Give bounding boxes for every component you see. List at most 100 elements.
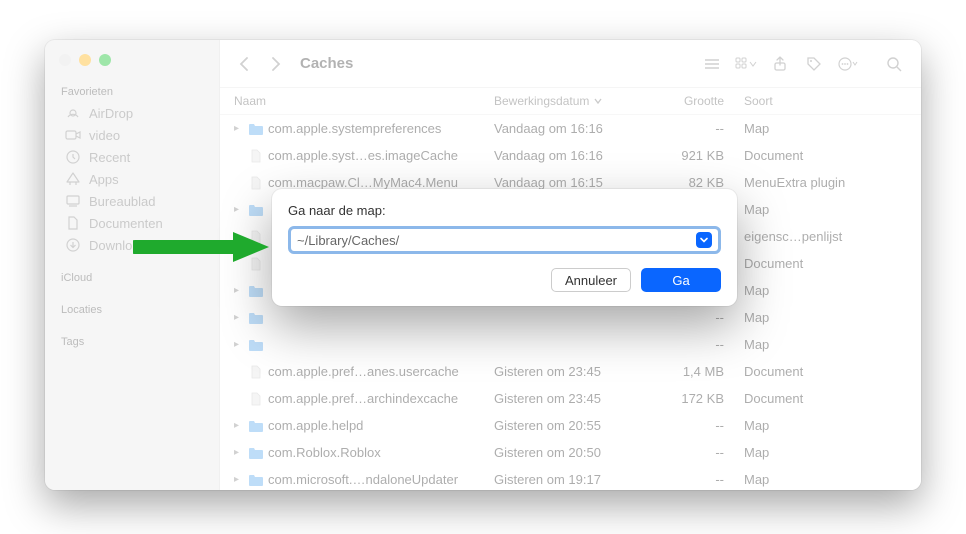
file-kind: Map [734, 466, 917, 490]
file-name: com.apple.systempreferences [268, 121, 441, 136]
dialog-buttons: Annuleer Ga [288, 268, 721, 292]
minimize-window-button[interactable] [79, 54, 91, 66]
sidebar-item[interactable]: Recent [45, 146, 219, 168]
file-size: -- [654, 331, 734, 358]
file-name: com.apple.pref…archindexcache [268, 391, 458, 406]
forward-button[interactable] [264, 50, 286, 78]
file-size: -- [654, 466, 734, 490]
file-kind: Document [734, 142, 917, 169]
fullscreen-window-button[interactable] [99, 54, 111, 66]
list-icon [703, 57, 721, 71]
tags-button[interactable] [801, 51, 827, 77]
airdrop-icon [65, 105, 81, 121]
file-row[interactable]: ▸com.Roblox.RobloxGisteren om 20:50--Map [220, 439, 921, 466]
cancel-button[interactable]: Annuleer [551, 268, 631, 292]
file-kind: Map [734, 439, 917, 466]
folder-icon [248, 203, 264, 217]
folder-icon [248, 473, 264, 487]
folder-icon [248, 446, 264, 460]
go-button[interactable]: Ga [641, 268, 721, 292]
file-icon [248, 176, 264, 190]
column-date[interactable]: Bewerkingsdatum [484, 88, 654, 114]
file-date: Gisteren om 23:45 [484, 385, 654, 412]
sidebar-item-label: Bureaublad [89, 194, 156, 209]
sidebar-heading: Favorieten [45, 82, 219, 102]
file-date: Vandaag om 16:16 [484, 142, 654, 169]
apps-icon [65, 171, 81, 187]
dropdown-toggle[interactable] [696, 232, 712, 248]
file-row[interactable]: com.apple.pref…anes.usercacheGisteren om… [220, 358, 921, 385]
file-kind: Map [734, 196, 917, 223]
file-row[interactable]: com.apple.pref…archindexcache Gisteren om… [220, 385, 921, 412]
path-input-wrapper[interactable] [288, 226, 721, 254]
file-row[interactable]: ▸ com.microsoft.…ndaloneUpdater Gisteren o… [220, 466, 921, 490]
file-kind: Map [734, 331, 917, 358]
file-name: com.microsoft.…ndaloneUpdater [268, 472, 458, 487]
file-row[interactable]: ▸ --Map [220, 331, 921, 358]
disclosure-triangle-icon[interactable]: ▸ [234, 204, 244, 215]
view-list-button[interactable] [699, 51, 725, 77]
file-date [484, 304, 654, 331]
sidebar: FavorietenAirDrop video Recent Apps Bureaubl… [45, 40, 220, 490]
file-row[interactable]: com.apple.syst…es.imageCacheVandaag om 1… [220, 142, 921, 169]
path-input[interactable] [297, 233, 696, 248]
file-row[interactable]: ▸com.apple.systempreferencesVandaag om 1… [220, 115, 921, 142]
file-icon [248, 392, 264, 406]
ellipsis-circle-icon [838, 56, 858, 72]
sidebar-item[interactable]: Apps [45, 168, 219, 190]
traffic-lights [45, 50, 219, 82]
sidebar-item[interactable]: Documenten [45, 212, 219, 234]
file-kind: Document [734, 358, 917, 385]
file-row[interactable]: ▸com.apple.helpdGisteren om 20:55--Map [220, 412, 921, 439]
sidebar-item[interactable]: video [45, 124, 219, 146]
sidebar-heading: Tags [45, 332, 219, 352]
sidebar-item-label: Downloads [89, 238, 153, 253]
disclosure-triangle-icon[interactable]: ▸ [234, 312, 244, 323]
downloads-icon [65, 237, 81, 253]
search-icon [886, 56, 902, 72]
sidebar-item[interactable]: Downloads [45, 234, 219, 256]
file-kind: eigensc…penlijst [734, 223, 917, 250]
grid-dropdown-icon [735, 57, 757, 71]
recent-icon [65, 149, 81, 165]
file-date: Gisteren om 19:17 [484, 466, 654, 490]
sidebar-item-label: Apps [89, 172, 119, 187]
close-window-button[interactable] [59, 54, 71, 66]
back-button[interactable] [234, 50, 256, 78]
sidebar-item[interactable]: AirDrop [45, 102, 219, 124]
share-button[interactable] [767, 51, 793, 77]
file-kind: Document [734, 385, 917, 412]
dialog-label: Ga naar de map: [288, 203, 721, 218]
chevron-left-icon [239, 57, 251, 71]
file-kind: Map [734, 277, 917, 304]
file-icon [248, 230, 264, 244]
actions-button[interactable] [835, 51, 861, 77]
disclosure-triangle-icon[interactable]: ▸ [234, 447, 244, 458]
sidebar-item-label: video [89, 128, 120, 143]
folder-icon [248, 122, 264, 136]
file-icon [248, 257, 264, 271]
column-kind[interactable]: Soort [734, 88, 917, 114]
disclosure-triangle-icon[interactable]: ▸ [234, 123, 244, 134]
disclosure-triangle-icon[interactable]: ▸ [234, 420, 244, 431]
folder-icon [248, 311, 264, 325]
window-title: Caches [300, 55, 353, 72]
sidebar-item-label: Documenten [89, 216, 163, 231]
file-kind: MenuExtra plugin [734, 169, 917, 196]
disclosure-triangle-icon[interactable]: ▸ [234, 339, 244, 350]
file-row[interactable]: ▸--Map [220, 304, 921, 331]
disclosure-triangle-icon[interactable]: ▸ [234, 474, 244, 485]
video-icon [65, 127, 81, 143]
file-date [484, 331, 654, 358]
desktop-icon [65, 193, 81, 209]
file-icon [248, 365, 264, 379]
chevron-down-icon [699, 235, 709, 245]
column-name[interactable]: Naam [224, 88, 484, 114]
sidebar-item[interactable]: Bureaublad [45, 190, 219, 212]
column-size[interactable]: Grootte [654, 88, 734, 114]
disclosure-triangle-icon[interactable]: ▸ [234, 285, 244, 296]
file-kind: Map [734, 412, 917, 439]
chevron-right-icon [269, 57, 281, 71]
view-options-button[interactable] [733, 51, 759, 77]
search-button[interactable] [881, 51, 907, 77]
